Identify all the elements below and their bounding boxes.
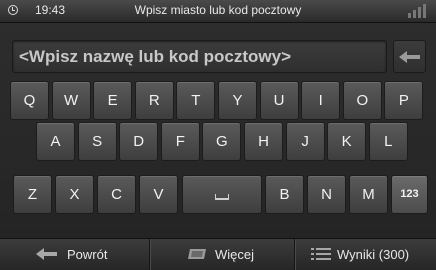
key-p[interactable]: P	[384, 81, 424, 120]
more-label: Więcej	[215, 247, 255, 262]
back-arrow-icon	[36, 248, 57, 260]
screen-title: Wpisz miasto lub kod pocztowy	[134, 3, 302, 17]
key-o[interactable]: O	[342, 81, 382, 120]
back-label: Powrót	[67, 247, 108, 262]
key-i[interactable]: I	[301, 81, 341, 120]
list-icon	[311, 248, 331, 260]
more-icon	[188, 249, 206, 259]
back-button[interactable]: Powrót	[0, 239, 150, 270]
key-l[interactable]: L	[368, 122, 408, 161]
key-s[interactable]: S	[77, 122, 117, 161]
search-input[interactable]: <Wpisz nazwę lub kod pocztowy>	[12, 40, 387, 73]
key-e[interactable]: E	[93, 81, 133, 120]
key-v[interactable]: V	[139, 175, 178, 214]
key-b[interactable]: B	[265, 175, 304, 214]
key-m[interactable]: M	[349, 175, 388, 214]
key-d[interactable]: D	[119, 122, 159, 161]
key-z[interactable]: Z	[13, 175, 52, 214]
bottom-bar: Powrót Więcej Wyniki (300)	[0, 238, 436, 270]
key-q[interactable]: Q	[10, 81, 49, 120]
key-w[interactable]: W	[51, 81, 91, 120]
key-a[interactable]: A	[36, 122, 75, 161]
backspace-arrow-icon	[399, 51, 420, 63]
numeric-keyboard-key[interactable]: 123	[391, 175, 428, 214]
key-h[interactable]: H	[244, 122, 283, 161]
space-bar-icon	[215, 194, 229, 201]
key-u[interactable]: U	[259, 81, 299, 120]
signal-strength-icon	[408, 4, 430, 18]
key-k[interactable]: K	[327, 122, 367, 161]
space-key[interactable]	[182, 175, 262, 214]
results-label: Wyniki (300)	[337, 247, 410, 262]
key-g[interactable]: G	[202, 122, 242, 161]
more-button[interactable]: Więcej	[150, 239, 295, 270]
keyboard-screen: 19:43 Wpisz miasto lub kod pocztowy <Wpi…	[0, 0, 436, 270]
key-t[interactable]: T	[176, 81, 216, 120]
key-f[interactable]: F	[160, 122, 200, 161]
results-button[interactable]: Wyniki (300)	[295, 239, 436, 270]
key-n[interactable]: N	[307, 175, 346, 214]
status-bar: 19:43 Wpisz miasto lub kod pocztowy	[0, 0, 436, 23]
key-y[interactable]: Y	[218, 81, 257, 120]
status-time: 19:43	[35, 3, 66, 17]
key-x[interactable]: X	[55, 175, 94, 214]
clock-icon	[8, 5, 18, 15]
key-j[interactable]: J	[285, 122, 325, 161]
key-c[interactable]: C	[97, 175, 136, 214]
backspace-button[interactable]	[393, 40, 426, 73]
key-r[interactable]: R	[134, 81, 174, 120]
